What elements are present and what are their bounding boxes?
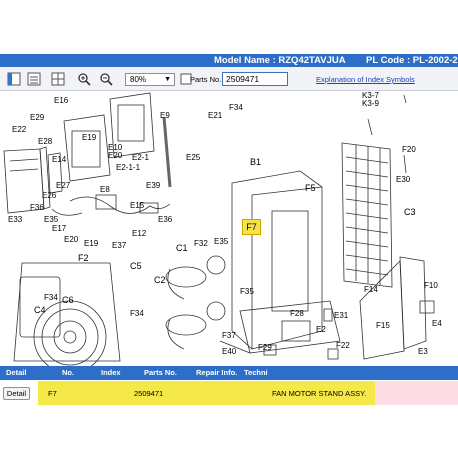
part-label[interactable]: E16	[54, 96, 68, 105]
part-label[interactable]: E36	[158, 215, 172, 224]
part-label[interactable]: F34	[130, 309, 144, 318]
parts-diagram[interactable]: E16 E21 F34 K3-9 K3-7 E22 E29 E28 E14 E2…	[0, 91, 458, 366]
zoom-out-icon[interactable]	[98, 71, 114, 87]
part-label[interactable]: E20	[64, 235, 78, 244]
part-label[interactable]: E27	[56, 181, 70, 190]
pl-code: PL Code : PL-2002-2	[366, 55, 458, 66]
model-name: Model Name : RZQ42TAVJUA	[214, 55, 346, 66]
toolbar: 80% ▼ Parts No. Explanation of Index Sym…	[0, 67, 458, 91]
part-label[interactable]: C3	[404, 207, 416, 217]
parts-no-input[interactable]	[222, 72, 288, 86]
part-label[interactable]: E37	[112, 241, 126, 250]
part-label[interactable]: E4	[432, 319, 442, 328]
part-label[interactable]: K3-7	[362, 91, 379, 100]
row-end-highlight	[375, 381, 458, 405]
part-label[interactable]: E20	[108, 151, 122, 160]
part-label[interactable]: F28	[290, 309, 304, 318]
part-label[interactable]: E3	[418, 347, 428, 356]
part-label[interactable]: F14	[364, 285, 378, 294]
part-label[interactable]: E29	[30, 113, 44, 122]
part-label[interactable]: E14	[52, 155, 66, 164]
column-header-repair-info: Repair Info.	[196, 368, 238, 377]
column-header-detail: Detail	[6, 368, 27, 377]
part-label[interactable]: C1	[176, 243, 188, 253]
part-label[interactable]: E28	[38, 137, 52, 146]
part-label[interactable]: C4	[34, 305, 46, 315]
column-header-index: Index	[101, 368, 121, 377]
part-label[interactable]: F34	[229, 103, 243, 112]
panel-toggle-icon[interactable]	[6, 71, 22, 87]
list-icon[interactable]	[26, 71, 42, 87]
table-row[interactable]: Detail F7 2509471 FAN MOTOR STAND ASSY.	[0, 381, 458, 405]
part-label[interactable]: F20	[402, 145, 416, 154]
explanation-link[interactable]: Explanation of Index Symbols	[316, 75, 415, 84]
part-label[interactable]: E9	[160, 111, 170, 120]
part-label[interactable]: F2	[78, 253, 89, 263]
part-label[interactable]: K3-9	[362, 99, 379, 108]
part-label[interactable]: F35	[240, 287, 254, 296]
part-label[interactable]: E35	[214, 237, 228, 246]
part-label[interactable]: E30	[396, 175, 410, 184]
part-label[interactable]: F32	[194, 239, 208, 248]
zoom-value: 80%	[130, 75, 147, 84]
part-label[interactable]: E19	[84, 239, 98, 248]
title-bar: Model Name : RZQ42TAVJUA PL Code : PL-20…	[0, 54, 458, 67]
part-label[interactable]: C5	[130, 261, 142, 271]
part-label[interactable]: E40	[222, 347, 236, 356]
part-label[interactable]: F34	[44, 293, 58, 302]
part-label[interactable]: E22	[12, 125, 26, 134]
part-label[interactable]: E2	[316, 325, 326, 334]
part-label[interactable]: F37	[222, 331, 236, 340]
chevron-down-icon: ▼	[164, 76, 171, 83]
part-label[interactable]: F29	[258, 343, 272, 352]
detail-button[interactable]: Detail	[3, 387, 30, 400]
part-label[interactable]: E25	[186, 153, 200, 162]
part-label[interactable]: C2	[154, 275, 166, 285]
part-label[interactable]: E12	[132, 229, 146, 238]
column-header-techni: Techni	[244, 368, 268, 377]
grid-icon[interactable]	[50, 71, 66, 87]
part-label[interactable]: F15	[376, 321, 390, 330]
part-label[interactable]: E39	[146, 181, 160, 190]
parts-no-label: Parts No.	[190, 75, 222, 84]
part-label[interactable]: E2-1-1	[116, 163, 140, 172]
part-label[interactable]: E8	[100, 185, 110, 194]
part-label[interactable]: E17	[52, 224, 66, 233]
part-label[interactable]: F5	[305, 183, 316, 193]
part-label[interactable]: E33	[8, 215, 22, 224]
part-label[interactable]: E35	[44, 215, 58, 224]
parts-table-header: Detail No. Index Parts No. Repair Info. …	[0, 366, 458, 380]
part-label[interactable]: E26	[42, 191, 56, 200]
cell-no: F7	[48, 389, 57, 398]
zoom-select[interactable]: 80% ▼	[125, 73, 175, 86]
part-label[interactable]: E19	[82, 133, 96, 142]
column-header-no: No.	[62, 368, 75, 377]
zoom-in-icon[interactable]	[76, 71, 92, 87]
cell-parts-no: 2509471	[134, 389, 164, 398]
part-label[interactable]: E21	[208, 111, 222, 120]
column-header-parts-no: Parts No.	[144, 368, 177, 377]
part-label[interactable]: E15	[130, 201, 144, 210]
part-label[interactable]: E2-1	[132, 153, 149, 162]
part-label[interactable]: C6	[62, 295, 74, 305]
part-label[interactable]: E31	[334, 311, 348, 320]
part-label[interactable]: F22	[336, 341, 350, 350]
part-label[interactable]: F36	[30, 203, 44, 212]
part-label[interactable]: B1	[250, 157, 261, 167]
cell-description: FAN MOTOR STAND ASSY.	[272, 389, 367, 398]
part-label[interactable]: F10	[424, 281, 438, 290]
highlighted-part-f7[interactable]: F7	[242, 219, 261, 235]
